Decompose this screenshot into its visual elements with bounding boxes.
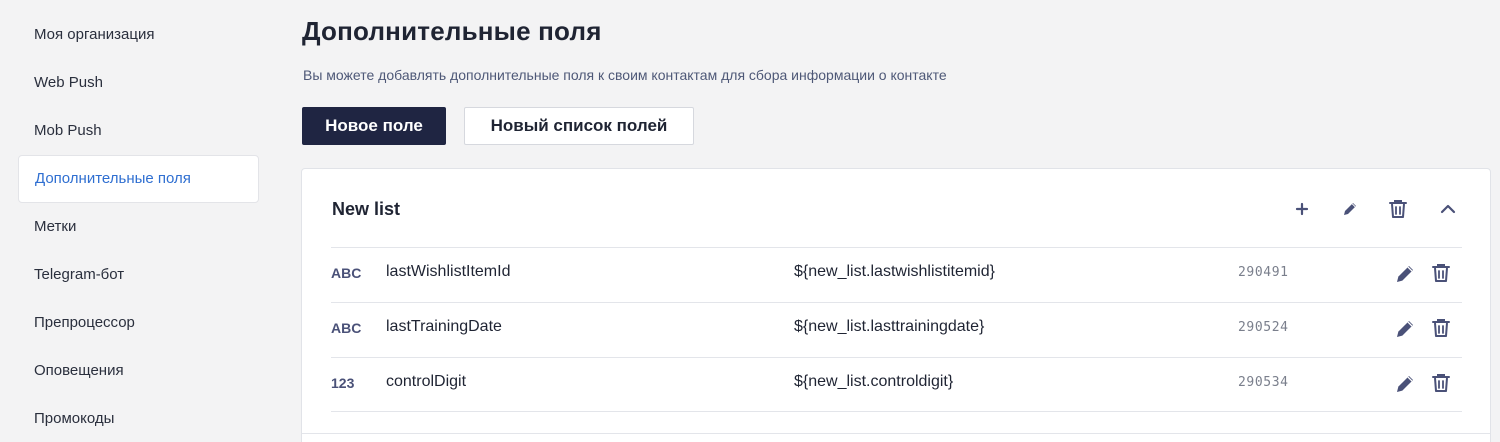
page-title: Дополнительные поля	[302, 16, 602, 46]
delete-list-button[interactable]	[1386, 197, 1410, 221]
table-row: 123 controlDigit ${new_list.controldigit…	[331, 357, 1462, 412]
field-id: 290534	[1238, 375, 1289, 390]
field-variable: ${new_list.lastwishlistitemid}	[794, 263, 995, 280]
sidebar-item-my-organization[interactable]: Моя организация	[18, 11, 259, 59]
page-description: Вы можете добавлять дополнительные поля …	[303, 67, 947, 83]
field-table: ABC lastWishlistItemId ${new_list.lastwi…	[331, 247, 1462, 412]
field-type-badge: ABC	[331, 265, 362, 281]
delete-field-button[interactable]	[1431, 262, 1455, 286]
pencil-icon	[1397, 321, 1413, 337]
collapse-list-button[interactable]	[1436, 197, 1460, 221]
add-field-button[interactable]	[1290, 197, 1314, 221]
edit-field-button[interactable]	[1393, 262, 1417, 286]
new-field-button[interactable]: Новое поле	[302, 107, 446, 145]
new-field-list-button[interactable]: Новый список полей	[464, 107, 694, 145]
delete-field-button[interactable]	[1431, 317, 1455, 341]
edit-field-button[interactable]	[1393, 317, 1417, 341]
edit-list-button[interactable]	[1338, 197, 1362, 221]
delete-field-button[interactable]	[1431, 372, 1455, 396]
card-divider	[302, 433, 1490, 434]
field-list-title: New list	[332, 199, 401, 219]
field-id: 290524	[1238, 320, 1289, 335]
trash-icon	[1432, 264, 1450, 282]
pencil-icon	[1397, 376, 1413, 392]
trash-icon	[1432, 319, 1450, 337]
field-type-badge: ABC	[331, 320, 362, 336]
sidebar-item-additional-fields[interactable]: Дополнительные поля	[18, 155, 259, 203]
field-name: lastWishlistItemId	[386, 263, 511, 280]
field-id: 290491	[1238, 265, 1289, 280]
field-variable: ${new_list.controldigit}	[794, 373, 954, 390]
chevron-up-icon	[1440, 204, 1456, 214]
field-list-actions	[1290, 197, 1464, 221]
plus-icon	[1295, 202, 1309, 216]
sidebar-item-preprocessor[interactable]: Препроцессор	[18, 299, 259, 347]
field-name: controlDigit	[386, 373, 467, 390]
sidebar-item-web-push[interactable]: Web Push	[18, 59, 259, 107]
sidebar-item-tags[interactable]: Метки	[18, 203, 259, 251]
field-variable: ${new_list.lasttrainingdate}	[794, 318, 985, 335]
field-name: lastTrainingDate	[386, 318, 502, 335]
trash-icon	[1389, 200, 1407, 218]
field-list-card: New list ABC lastWishlistItemId ${new_li…	[301, 168, 1491, 442]
sidebar-item-promocodes[interactable]: Промокоды	[18, 395, 259, 442]
settings-sidebar: Моя организация Web Push Mob Push Дополн…	[18, 11, 259, 442]
pencil-icon	[1397, 266, 1413, 282]
field-type-badge: 123	[331, 375, 355, 391]
sidebar-item-notifications[interactable]: Оповещения	[18, 347, 259, 395]
pencil-icon	[1344, 203, 1356, 215]
edit-field-button[interactable]	[1393, 372, 1417, 396]
sidebar-item-telegram-bot[interactable]: Telegram-бот	[18, 251, 259, 299]
table-row: ABC lastTrainingDate ${new_list.lasttrai…	[331, 302, 1462, 357]
table-row: ABC lastWishlistItemId ${new_list.lastwi…	[331, 247, 1462, 302]
sidebar-item-mob-push[interactable]: Mob Push	[18, 107, 259, 155]
trash-icon	[1432, 374, 1450, 392]
